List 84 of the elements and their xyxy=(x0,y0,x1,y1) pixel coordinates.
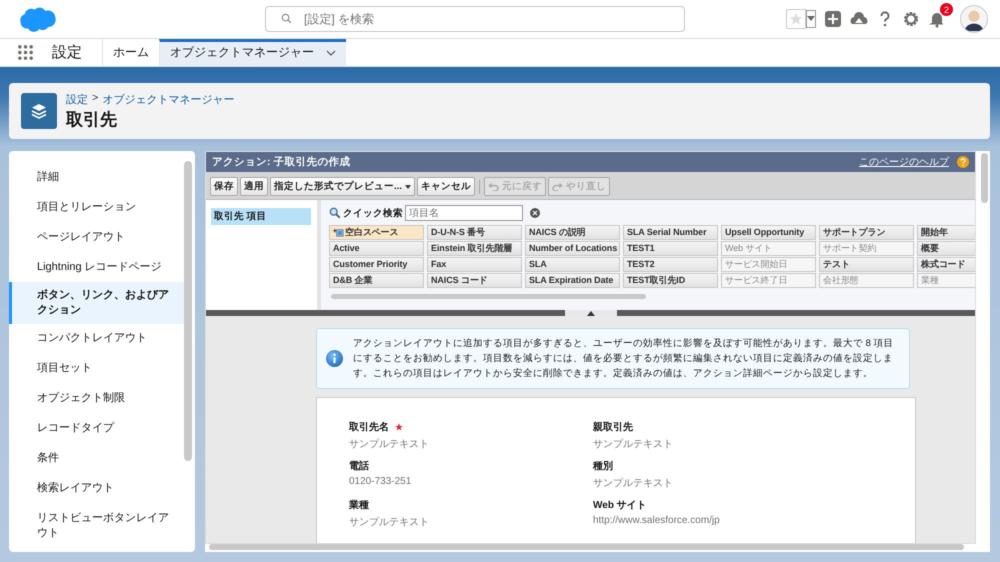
chevron-down-icon[interactable] xyxy=(326,50,336,56)
field-label: 種別 xyxy=(593,460,613,473)
page-title: 取引先 xyxy=(66,108,118,130)
sidebar-item[interactable]: 詳細 xyxy=(9,162,184,193)
search-field[interactable]: [設定] を検索 xyxy=(265,6,685,32)
editor-title: アクション: 子取引先の作成 xyxy=(212,155,350,169)
palette-item[interactable]: Upsell Opportunity xyxy=(721,225,816,240)
sidebar-item[interactable]: 項目とリレーション xyxy=(9,192,184,223)
breadcrumb-link[interactable]: 設定 xyxy=(66,92,88,106)
breadcrumb-link[interactable]: オブジェクトマネージャー xyxy=(102,92,234,106)
palette-item[interactable]: Einstein 取引先階層 xyxy=(427,241,522,256)
search-icon xyxy=(329,207,341,219)
blank-space-icon xyxy=(333,228,344,237)
nav-tab[interactable]: オブジェクトマネージャー xyxy=(159,39,346,66)
palette-item[interactable]: NAICS の説明 xyxy=(525,225,620,240)
plus-icon[interactable] xyxy=(824,10,842,28)
avatar-icon[interactable] xyxy=(960,5,988,33)
field-value: サンプルテキスト xyxy=(593,476,674,490)
palette-item[interactable]: TEST取引先ID xyxy=(623,273,718,288)
sidebar-item[interactable]: ページレイアウト xyxy=(9,222,184,253)
sidebar-item[interactable]: リストビューボタンレイアウト xyxy=(9,503,184,549)
field-value: サンプルテキスト xyxy=(349,516,430,529)
palette-item[interactable]: Number of Locations xyxy=(525,241,620,256)
palette-item[interactable]: SLA xyxy=(525,257,620,272)
category-item[interactable]: 取引先 項目 xyxy=(211,208,311,225)
palette-item[interactable]: D&B 企業 xyxy=(329,273,424,288)
sidebar-item[interactable]: レコードタイプ xyxy=(9,413,184,444)
scrollbar[interactable] xyxy=(331,294,646,299)
palette-item[interactable]: D-U-N-S 番号 xyxy=(427,225,522,240)
palette-item[interactable]: サポートプラン xyxy=(819,225,914,240)
undo-arrow-icon xyxy=(488,182,499,191)
field-value: サンプルテキスト xyxy=(349,438,430,451)
cloud-logo[interactable] xyxy=(18,5,58,33)
info-icon xyxy=(326,350,343,367)
help-icon[interactable] xyxy=(957,156,969,168)
field-value: http://www.salesforce.com/jp xyxy=(593,515,721,526)
field-label: 取引先名 xyxy=(349,420,389,434)
palette-item[interactable]: SLA Serial Number xyxy=(623,225,718,240)
palette-item[interactable]: Fax xyxy=(427,257,522,272)
field-label: Web サイト xyxy=(593,499,647,512)
quick-search-field[interactable]: 項目名 xyxy=(405,205,523,221)
sidebar-item[interactable]: 条件 xyxy=(9,443,184,474)
palette-item[interactable]: TEST2 xyxy=(623,257,718,272)
sidebar-item[interactable]: コンパクトレイアウト xyxy=(9,323,184,354)
notifications-bell-icon[interactable] xyxy=(928,10,946,28)
palette-item[interactable]: Active xyxy=(329,241,424,256)
info-text: アクションレイアウトに追加する項目が多すぎると、ユーザーの効率性に影響を及ぼす可能性があります。最大で 8 項目にすることをお勧めします。項目数を減らすには、値を必要とするが頻繁に編集されない項目に定義済みの値を設定します。これらの項目はレイアウトから安全に削除できます。定義済みの値は、アクション詳細ページから設定します。 xyxy=(353,337,895,381)
redo-arrow-icon xyxy=(552,182,563,191)
field-value: 0120-733-251 xyxy=(349,476,412,487)
sidebar-item[interactable]: ボタン、リンク、およびアクション xyxy=(9,282,184,324)
palette-item[interactable]: NAICS コード xyxy=(427,273,522,288)
layers-icon xyxy=(21,93,57,129)
field-label: 業種 xyxy=(349,498,369,512)
settings-icon[interactable] xyxy=(902,10,920,28)
sidebar-item[interactable]: Lightning レコードページ xyxy=(9,252,184,283)
help-link[interactable]: このページのヘルプ xyxy=(859,155,949,169)
toolbar-button[interactable]: 適用 xyxy=(240,177,268,196)
palette-item[interactable]: SLA Expiration Date xyxy=(525,273,620,288)
palette-item[interactable]: TEST1 xyxy=(623,241,718,256)
palette-item[interactable]: 株式コード xyxy=(917,257,975,272)
toolbar-button[interactable]: 保存 xyxy=(210,177,238,196)
caret-icon xyxy=(404,184,411,188)
scrollbar[interactable] xyxy=(209,544,964,550)
palette-item[interactable]: 概要 xyxy=(917,241,975,256)
favorites-dropdown-icon[interactable] xyxy=(806,10,816,28)
notification-count: 2 xyxy=(940,3,953,16)
palette-item[interactable]: 開始年 xyxy=(917,225,975,240)
sidebar-item[interactable]: 検索レイアウト xyxy=(9,473,184,504)
palette-item[interactable]: 空白スペース xyxy=(329,225,424,240)
palette-item[interactable]: Customer Priority xyxy=(329,257,424,272)
field-value: サンプルテキスト xyxy=(593,438,674,451)
palette-item[interactable]: テスト xyxy=(819,257,914,272)
app-launcher-icon[interactable] xyxy=(17,44,34,61)
breadcrumb-separator: > xyxy=(92,92,98,106)
app-name: 設定 xyxy=(52,43,82,62)
quick-search-label: クイック検索 xyxy=(343,206,403,220)
preview-dropdown[interactable]: 指定した形式でプレビュー... xyxy=(270,177,415,196)
toolbar-button[interactable]: キャンセル xyxy=(416,177,475,196)
field-label: 親取引先 xyxy=(593,420,633,434)
search-icon xyxy=(281,13,292,24)
sidebar-item[interactable]: オブジェクト制限 xyxy=(9,383,184,414)
field-label: 電話 xyxy=(349,460,369,473)
clear-icon[interactable] xyxy=(530,208,540,218)
sidebar-item[interactable]: 項目セット xyxy=(9,353,184,384)
